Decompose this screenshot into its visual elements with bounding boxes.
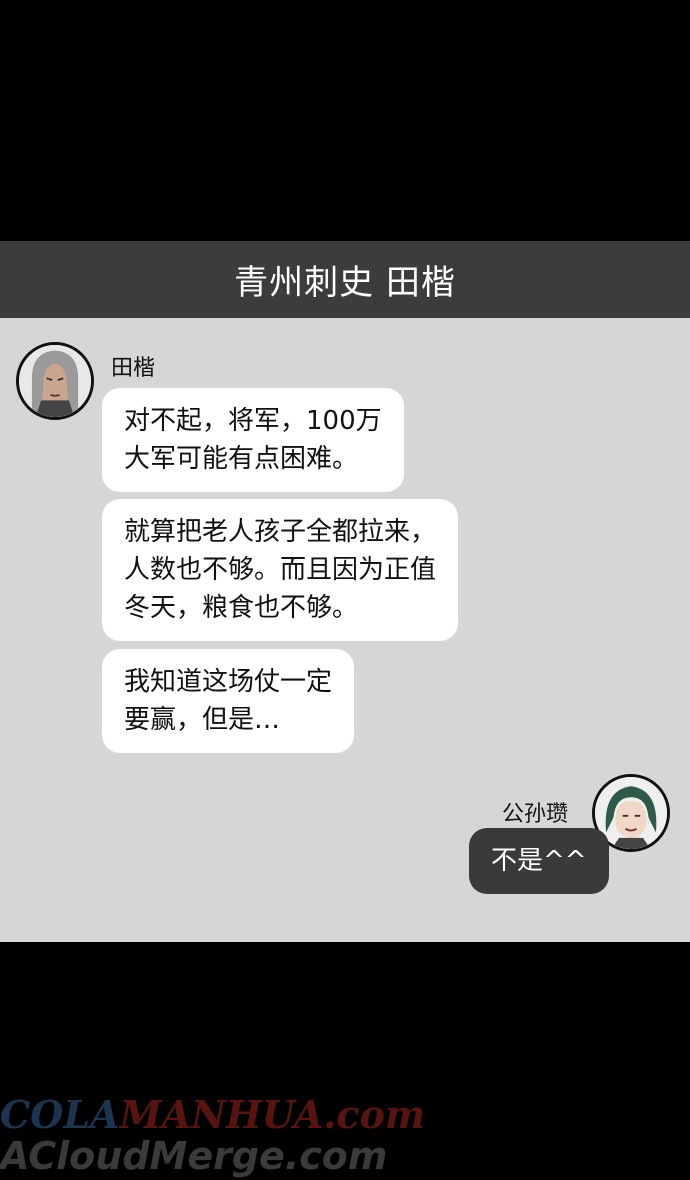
tian-kai-avatar-icon[interactable] (16, 342, 94, 420)
message-line: 大军可能有点困难。 (124, 444, 359, 474)
message-bubble[interactable]: 不是^^ (469, 828, 609, 894)
chat-area[interactable]: 田楷 对不起，将军，100万 大军可能有点困难。 就算把老人孩子全都拉来， 人数… (0, 318, 690, 942)
sender-name: 公孙瓒 (502, 802, 569, 827)
message-bubble[interactable]: 我知道这场仗一定 要赢，但是… (102, 649, 355, 753)
message-line: 人数也不够。而且因为正值 (124, 555, 437, 585)
sender-name: 田楷 (111, 356, 156, 381)
watermark-logo: COLAMANHUA.com (0, 1092, 426, 1137)
chat-title: 青州刺史 田楷 (234, 263, 456, 303)
message-line: 要赢，但是… (124, 705, 281, 735)
message-bubble[interactable]: 对不起，将军，100万 大军可能有点困难。 (102, 388, 404, 492)
chat-header: 青州刺史 田楷 (0, 241, 690, 318)
watermark-logo-secondary: ACloudMerge.com (0, 1134, 388, 1178)
message-line: 对不起，将军，100万 (124, 406, 382, 436)
message-line: 冬天，粮食也不够。 (124, 593, 359, 623)
message-line: 我知道这场仗一定 (124, 667, 333, 697)
message-bubble[interactable]: 就算把老人孩子全都拉来， 人数也不够。而且因为正值 冬天，粮食也不够。 (102, 499, 459, 641)
message-line: 不是^^ (491, 846, 587, 876)
message-line: 就算把老人孩子全都拉来， (124, 517, 437, 547)
